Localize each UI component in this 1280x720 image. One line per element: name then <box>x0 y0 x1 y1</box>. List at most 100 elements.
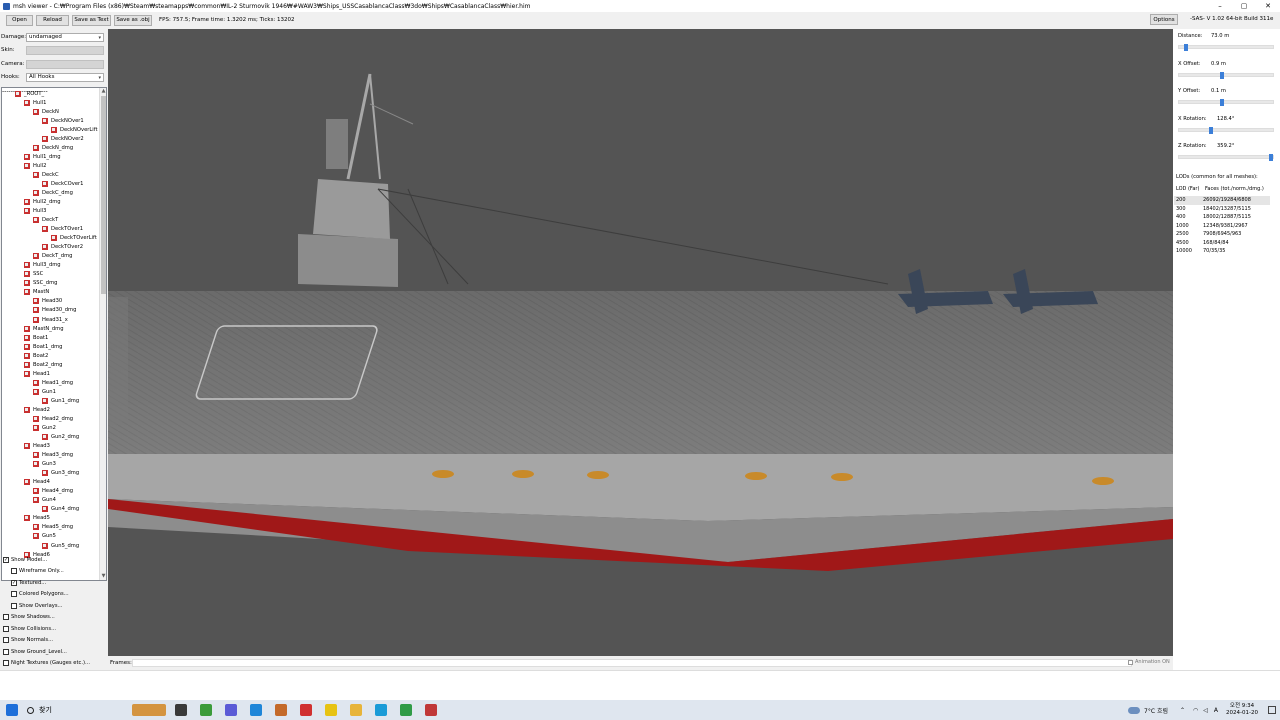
slider-track[interactable] <box>1178 44 1274 51</box>
lod-row[interactable]: 200 26092/19284/6808 <box>1174 196 1270 205</box>
app-icon-1[interactable] <box>200 704 212 716</box>
app-icon-2[interactable] <box>225 704 237 716</box>
camera-select[interactable] <box>26 59 104 69</box>
speaker-icon[interactable]: ◁ <box>1203 707 1208 714</box>
slider-thumb[interactable] <box>1183 44 1188 51</box>
save-as-text-button[interactable]: Save as Text <box>72 14 111 26</box>
scroll-thumb[interactable] <box>101 96 106 294</box>
slider-track[interactable] <box>1178 99 1274 106</box>
tree-node[interactable]: DeckN <box>33 107 59 116</box>
slider-thumb[interactable] <box>1208 126 1213 134</box>
tree-node[interactable]: DeckC <box>33 170 59 179</box>
tree-node[interactable]: Boat2_dmg <box>24 360 62 369</box>
tree-node[interactable]: Gun3 <box>33 460 56 469</box>
option-checkbox[interactable]: Show Overlays... <box>11 601 62 611</box>
lod-row[interactable]: 400 18002/12887/5115 <box>1174 213 1270 222</box>
chevron-up-icon[interactable]: ⌃ <box>1180 707 1185 714</box>
checkbox-box[interactable] <box>3 614 9 621</box>
animation-checkbox[interactable] <box>1128 659 1133 665</box>
tree-node[interactable]: Hull2_dmg <box>24 197 61 206</box>
lod-row[interactable]: 4500 168/84/84 <box>1174 239 1270 248</box>
scroll-up-icon[interactable]: ▲ <box>100 88 106 95</box>
tree-node[interactable]: DeckT_dmg <box>33 252 72 261</box>
frames-slider[interactable] <box>132 659 1132 667</box>
weather-text[interactable]: 7°C 흐림 <box>1144 706 1168 715</box>
clock[interactable]: 오전 9:34 2024-01-20 <box>1226 703 1258 717</box>
tree-node[interactable]: Gun5_dmg <box>42 541 79 550</box>
tree-scrollbar[interactable]: ▲ ▼ <box>99 88 106 580</box>
checkbox-box[interactable] <box>11 568 17 575</box>
tree-node[interactable]: _ROOT_ <box>15 89 44 98</box>
checkbox-box[interactable] <box>3 637 9 644</box>
ime-indicator[interactable]: A <box>1214 707 1218 714</box>
checkbox-box[interactable] <box>11 591 17 598</box>
checkbox-box[interactable] <box>11 602 17 609</box>
file-explorer-icon[interactable] <box>350 704 362 716</box>
lod-row[interactable]: 1000 12348/9381/2967 <box>1174 222 1270 231</box>
option-checkbox[interactable]: ✓ Textured... <box>11 578 46 588</box>
tree-node[interactable]: DeckNOver2 <box>42 134 84 143</box>
tree-node[interactable]: DeckN_dmg <box>33 143 73 152</box>
tree-node[interactable]: Hull1_dmg <box>24 152 61 161</box>
tree-node[interactable]: Head31_x <box>33 315 68 324</box>
tree-node[interactable]: Gun1 <box>33 387 56 396</box>
lod-row[interactable]: 300 18402/13287/5115 <box>1174 205 1270 214</box>
slider-track[interactable] <box>1178 154 1274 161</box>
tree-node[interactable]: DeckTOver1 <box>42 225 83 234</box>
hooks-select[interactable]: All Hooks ▾ <box>26 72 104 82</box>
tree-node[interactable]: Gun2 <box>33 423 56 432</box>
tree-node[interactable]: Gun4_dmg <box>42 505 79 514</box>
tree-node[interactable]: SSC_dmg <box>24 279 57 288</box>
tree-node[interactable]: Head30 <box>33 297 62 306</box>
app-icon-4[interactable] <box>300 704 312 716</box>
slider-track[interactable] <box>1178 71 1274 79</box>
edge-icon[interactable] <box>375 704 387 716</box>
tree-node[interactable]: DeckTOverLift <box>51 234 97 243</box>
option-checkbox[interactable]: Show Normals... <box>3 635 53 645</box>
tree-node[interactable]: Gun2_dmg <box>42 433 79 442</box>
lod-row[interactable]: 2500 7908/6945/963 <box>1174 230 1270 239</box>
tree-node[interactable]: Head2 <box>24 405 50 414</box>
tree-node[interactable]: Boat1 <box>24 333 48 342</box>
option-checkbox[interactable]: Wireframe Only... <box>11 566 64 576</box>
tree-node[interactable]: Gun5 <box>33 532 56 541</box>
close-button[interactable]: ✕ <box>1256 0 1280 12</box>
minimize-button[interactable]: – <box>1208 0 1232 12</box>
option-checkbox[interactable]: Show Collisions... <box>3 624 56 634</box>
slider-thumb[interactable] <box>1219 99 1224 106</box>
tree-node[interactable]: Head3_dmg <box>33 451 73 460</box>
skin-select[interactable] <box>26 45 104 55</box>
msh-viewer-taskbar-icon[interactable] <box>425 704 437 716</box>
mail-icon[interactable] <box>250 704 262 716</box>
checkmark-icon[interactable]: ✓ <box>11 579 17 586</box>
tree-node[interactable]: SSC <box>24 270 43 279</box>
tree-node[interactable]: Gun1_dmg <box>42 396 79 405</box>
tree-node[interactable]: DeckT <box>33 216 58 225</box>
tree-node[interactable]: MastN <box>24 288 49 297</box>
tree-node[interactable]: Hull3 <box>24 207 46 216</box>
tree-node[interactable]: DeckC_dmg <box>33 188 73 197</box>
slider-thumb[interactable] <box>1219 71 1224 79</box>
3d-viewport[interactable] <box>108 29 1173 656</box>
slider-track[interactable] <box>1178 126 1274 134</box>
tree-node[interactable]: Head30_dmg <box>33 306 76 315</box>
tree-node[interactable]: Head2_dmg <box>33 414 73 423</box>
tree-node[interactable]: Boat1_dmg <box>24 342 62 351</box>
reload-button[interactable]: Reload <box>36 14 69 26</box>
animation-toggle[interactable]: Animation ON <box>1128 659 1170 665</box>
tree-node[interactable]: Boat2 <box>24 351 48 360</box>
tree-node[interactable]: Gun3_dmg <box>42 469 79 478</box>
option-checkbox[interactable]: ✓ Show Model... <box>3 555 47 565</box>
tree-node[interactable]: Hull1 <box>24 98 46 107</box>
checkbox-box[interactable] <box>3 648 9 655</box>
tree-node[interactable]: Head4_dmg <box>33 487 73 496</box>
tree-expand-toggle[interactable]: - <box>45 88 47 95</box>
checkbox-box[interactable] <box>3 660 9 667</box>
option-checkbox[interactable]: Colored Polygons... <box>11 589 69 599</box>
tree-node[interactable]: DeckCOver1 <box>42 179 83 188</box>
app-icon-3[interactable] <box>275 704 287 716</box>
tree-node[interactable]: Head3 <box>24 442 50 451</box>
ship-render[interactable] <box>108 29 1173 656</box>
save-as-obj-button[interactable]: Save as .obj <box>114 14 152 26</box>
tree-node[interactable]: Head5_dmg <box>33 523 73 532</box>
